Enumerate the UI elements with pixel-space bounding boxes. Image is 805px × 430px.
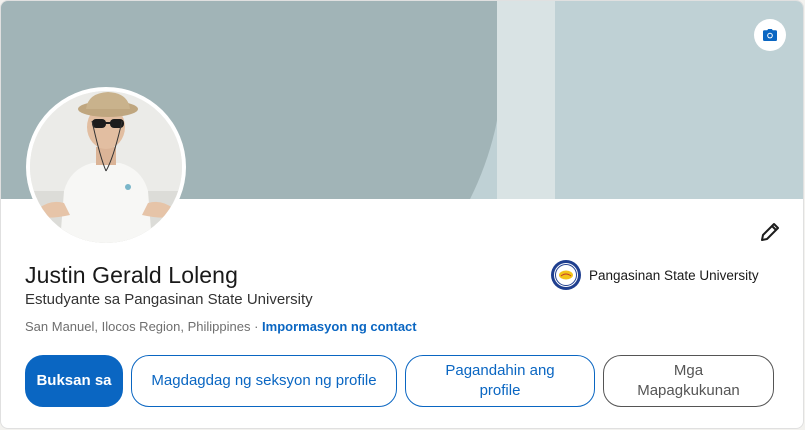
location-separator: · bbox=[250, 319, 263, 334]
camera-icon bbox=[763, 29, 777, 41]
pencil-icon bbox=[761, 223, 779, 241]
edit-banner-button[interactable] bbox=[754, 19, 786, 51]
enhance-profile-button[interactable]: Pagandahin ang profile bbox=[405, 355, 595, 407]
education-school-link[interactable]: Pangasinan State University bbox=[549, 258, 759, 292]
banner-band-shape bbox=[497, 1, 555, 199]
profile-name: Justin Gerald Loleng bbox=[25, 262, 238, 288]
university-seal bbox=[549, 258, 583, 292]
add-profile-section-button[interactable]: Magdagdag ng seksyon ng profile bbox=[131, 355, 397, 407]
avatar bbox=[30, 91, 182, 243]
open-to-button[interactable]: Buksan sa bbox=[25, 355, 123, 407]
profile-photo[interactable] bbox=[26, 87, 186, 247]
contact-info-link[interactable]: Impormasyon ng contact bbox=[262, 319, 417, 334]
resources-button[interactable]: Mga Mapagkukunan bbox=[603, 355, 774, 407]
edit-intro-button[interactable] bbox=[753, 215, 787, 249]
avatar-illustration bbox=[30, 91, 182, 243]
profile-card: Justin Gerald Loleng Estudyante sa Panga… bbox=[0, 0, 804, 429]
school-name: Pangasinan State University bbox=[589, 267, 759, 283]
location-text: San Manuel, Ilocos Region, Philippines bbox=[25, 319, 251, 334]
profile-headline: Estudyante sa Pangasinan State Universit… bbox=[25, 291, 313, 308]
profile-location-line: San Manuel, Ilocos Region, Philippines ·… bbox=[25, 319, 417, 334]
